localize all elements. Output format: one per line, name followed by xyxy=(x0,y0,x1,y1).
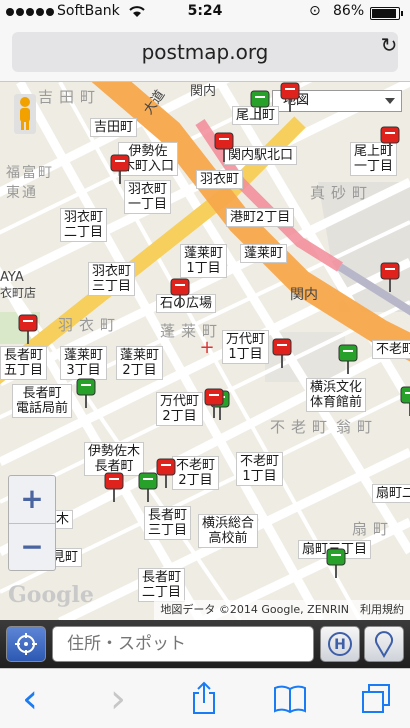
rotation-lock-icon: ⊙ xyxy=(309,3,321,19)
status-bar: SoftBank 5:24 ⊙ 86% xyxy=(0,0,410,26)
bus-stop-label[interactable]: 万代町 2丁目 xyxy=(156,392,204,426)
search-bar: H xyxy=(0,620,410,668)
district-label: 羽衣町 xyxy=(58,316,122,334)
bus-stop-label[interactable]: 伊勢佐木 長者町 xyxy=(84,442,145,476)
bus-stop-label[interactable]: 不老町 xyxy=(372,340,410,359)
bus-stop-label[interactable]: 不老町 1丁目 xyxy=(236,452,284,486)
bus-stop-label[interactable]: 関内駅北口 xyxy=(224,146,298,165)
mailbox-pin-icon[interactable] xyxy=(110,154,130,184)
forward-button[interactable]: › xyxy=(96,679,140,719)
tabs-button[interactable] xyxy=(354,679,398,719)
bus-stop-label[interactable]: 扇町二 xyxy=(372,484,410,503)
browser-toolbar: ‹ › xyxy=(0,668,410,728)
mailbox-pin-icon[interactable] xyxy=(250,90,270,120)
bus-stop-label[interactable]: 長者町 五丁目 xyxy=(0,346,48,380)
map-copyright[interactable]: 地図データ ©2014 Google, ZENRIN 利用規約 xyxy=(154,600,410,620)
svg-text:H: H xyxy=(334,637,346,653)
district-label: 福富町東通 xyxy=(6,165,54,201)
pin-button[interactable] xyxy=(364,626,404,662)
mailbox-pin-icon[interactable] xyxy=(18,314,38,344)
share-button[interactable] xyxy=(182,679,226,719)
street-view-pegman-icon[interactable] xyxy=(14,94,36,134)
bus-stop-label[interactable]: 蓬莱町 2丁目 xyxy=(116,346,164,380)
bus-stop-label[interactable]: 港町2丁目 xyxy=(226,208,295,227)
crosshair-icon: + xyxy=(199,337,215,358)
mailbox-pin-icon[interactable] xyxy=(400,386,410,416)
mailbox-pin-icon[interactable] xyxy=(104,472,124,502)
url-field[interactable]: postmap.org xyxy=(12,32,398,72)
district-label: 吉田町 xyxy=(38,88,102,106)
bus-stop-label[interactable]: 吉田町 xyxy=(90,118,138,137)
mailbox-pin-icon[interactable] xyxy=(326,548,346,578)
subway-icon: H xyxy=(328,632,352,656)
map-view[interactable]: 地図 吉田町 福富町東通 羽衣町 蓬莱町 不老町 翁町 真砂町 扇町 関内 関内… xyxy=(0,82,410,620)
chevron-down-icon xyxy=(385,98,395,104)
mailbox-pin-icon[interactable] xyxy=(204,388,224,418)
mailbox-pin-icon[interactable] xyxy=(138,472,158,502)
transit-button[interactable]: H xyxy=(320,626,360,662)
bus-stop-label[interactable]: 蓬莱町 xyxy=(240,244,288,263)
bus-stop-label[interactable]: 羽衣町 二丁目 xyxy=(60,208,108,242)
bookmarks-button[interactable] xyxy=(268,679,312,719)
district-label: 真砂町 xyxy=(310,184,374,202)
search-input[interactable] xyxy=(52,626,314,662)
book-icon xyxy=(274,685,306,714)
mailbox-pin-icon[interactable] xyxy=(380,262,400,292)
mailbox-pin-icon[interactable] xyxy=(156,458,176,488)
bus-stop-label[interactable]: 長者町 二丁目 xyxy=(138,568,186,602)
district-label: 不老町 xyxy=(270,418,334,436)
reload-icon[interactable]: ↻ xyxy=(378,34,400,56)
battery-percent: 86% xyxy=(333,3,365,19)
bus-stop-label[interactable]: 長者町 電話局前 xyxy=(12,384,73,418)
bus-stop-label[interactable]: 長者町 三丁目 xyxy=(144,506,192,540)
bus-stop-label[interactable]: 万代町 1丁目 xyxy=(222,330,270,364)
mailbox-pin-icon[interactable] xyxy=(76,378,96,408)
zoom-out-button[interactable]: − xyxy=(9,524,55,572)
mailbox-pin-icon[interactable] xyxy=(338,344,358,374)
mailbox-pin-icon[interactable] xyxy=(170,278,190,308)
zoom-in-button[interactable]: + xyxy=(9,476,55,524)
road-label: AYA xyxy=(0,270,24,285)
bus-stop-label[interactable]: 横浜文化 体育館前 xyxy=(306,378,367,412)
tabs-icon xyxy=(362,684,390,713)
district-label: 扇町 xyxy=(352,520,395,538)
bus-stop-label[interactable]: 羽衣町 xyxy=(196,170,244,189)
station-label: 関内 xyxy=(190,84,217,99)
map-pin-icon xyxy=(375,631,393,658)
mailbox-pin-icon[interactable] xyxy=(280,82,300,112)
bus-stop-label[interactable]: 蓬莱町 3丁目 xyxy=(60,346,108,380)
zoom-control: + − xyxy=(8,475,56,571)
road-label: 衣町店 xyxy=(0,286,37,300)
share-icon xyxy=(193,681,215,714)
battery-icon xyxy=(370,7,403,20)
address-bar: postmap.org ↻ xyxy=(0,26,410,82)
current-location-button[interactable] xyxy=(6,626,46,662)
locate-icon xyxy=(15,633,37,655)
bus-stop-label[interactable]: 不老町 2丁目 xyxy=(172,456,220,490)
google-logo: Google xyxy=(8,582,94,608)
bus-stop-label[interactable]: 蓬莱町 1丁目 xyxy=(180,244,228,278)
mailbox-pin-icon[interactable] xyxy=(380,126,400,156)
district-label: 翁町 xyxy=(336,418,379,436)
station-label: 関内 xyxy=(290,287,318,303)
mailbox-pin-icon[interactable] xyxy=(272,338,292,368)
mailbox-pin-icon[interactable] xyxy=(214,132,234,162)
back-button[interactable]: ‹ xyxy=(8,679,52,719)
bus-stop-label[interactable]: 羽衣町 一丁目 xyxy=(124,180,172,214)
bus-stop-label[interactable]: 横浜総合 高校前 xyxy=(198,514,259,548)
bus-stop-label[interactable]: 羽衣町 三丁目 xyxy=(88,262,136,296)
